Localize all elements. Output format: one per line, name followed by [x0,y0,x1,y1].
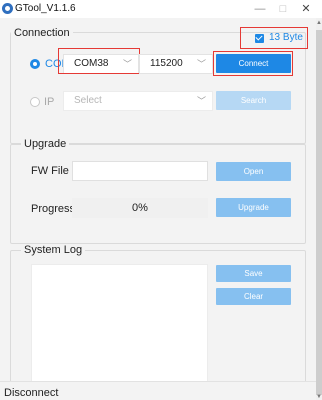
scroll-thumb[interactable] [316,30,322,395]
ip-label[interactable]: IP [44,96,54,108]
com-port-highlight [58,48,140,74]
title-bar: GTool_V1.1.6 — □ ✕ [0,0,322,18]
progress-bar: 0% [72,198,208,218]
fw-file-label: FW File [31,165,69,177]
chevron-down-icon: ﹀ [196,96,206,106]
ip-radio[interactable] [30,97,40,107]
window-title: GTool_V1.1.6 [15,3,76,14]
minimize-button[interactable]: — [248,2,272,16]
scroll-down-icon[interactable]: ▼ [316,393,322,400]
baud-rate-value: 115200 [150,58,183,69]
upgrade-section [10,144,306,244]
fw-file-input[interactable] [72,161,208,181]
upgrade-title: Upgrade [21,138,70,150]
baud-rate-select[interactable]: 115200 ﹀ [139,54,213,74]
connection-title: Connection [11,27,73,39]
maximize-button[interactable]: □ [271,2,295,16]
save-button[interactable]: Save [216,265,291,282]
progress-label: Progress [31,203,76,215]
scroll-up-icon[interactable]: ▲ [316,19,322,27]
connection-status: Disconnect [4,387,59,399]
ip-select-placeholder: Select [74,95,102,106]
com-radio[interactable] [30,59,40,69]
clear-button[interactable]: Clear [216,288,291,305]
vertical-scrollbar[interactable]: ▲ ▼ [316,18,322,400]
byte-option-label[interactable]: 13 Byte [269,32,303,43]
main-panel: Connection 13 Byte COM COM38 ﹀ 115200 ﹀ … [0,18,316,400]
connect-highlight [213,51,293,76]
system-log-output[interactable] [31,264,208,382]
close-button[interactable]: ✕ [294,2,318,16]
progress-value: 0% [132,202,148,214]
status-bar: Disconnect [0,381,316,400]
system-log-title: System Log [21,244,86,256]
app-icon [2,3,13,14]
open-button[interactable]: Open [216,162,291,181]
ip-select[interactable]: Select ﹀ [63,91,213,111]
byte-checkbox[interactable] [255,34,264,43]
chevron-down-icon: ﹀ [196,59,206,69]
upgrade-button[interactable]: Upgrade [216,198,291,217]
search-button[interactable]: Search [216,91,291,110]
